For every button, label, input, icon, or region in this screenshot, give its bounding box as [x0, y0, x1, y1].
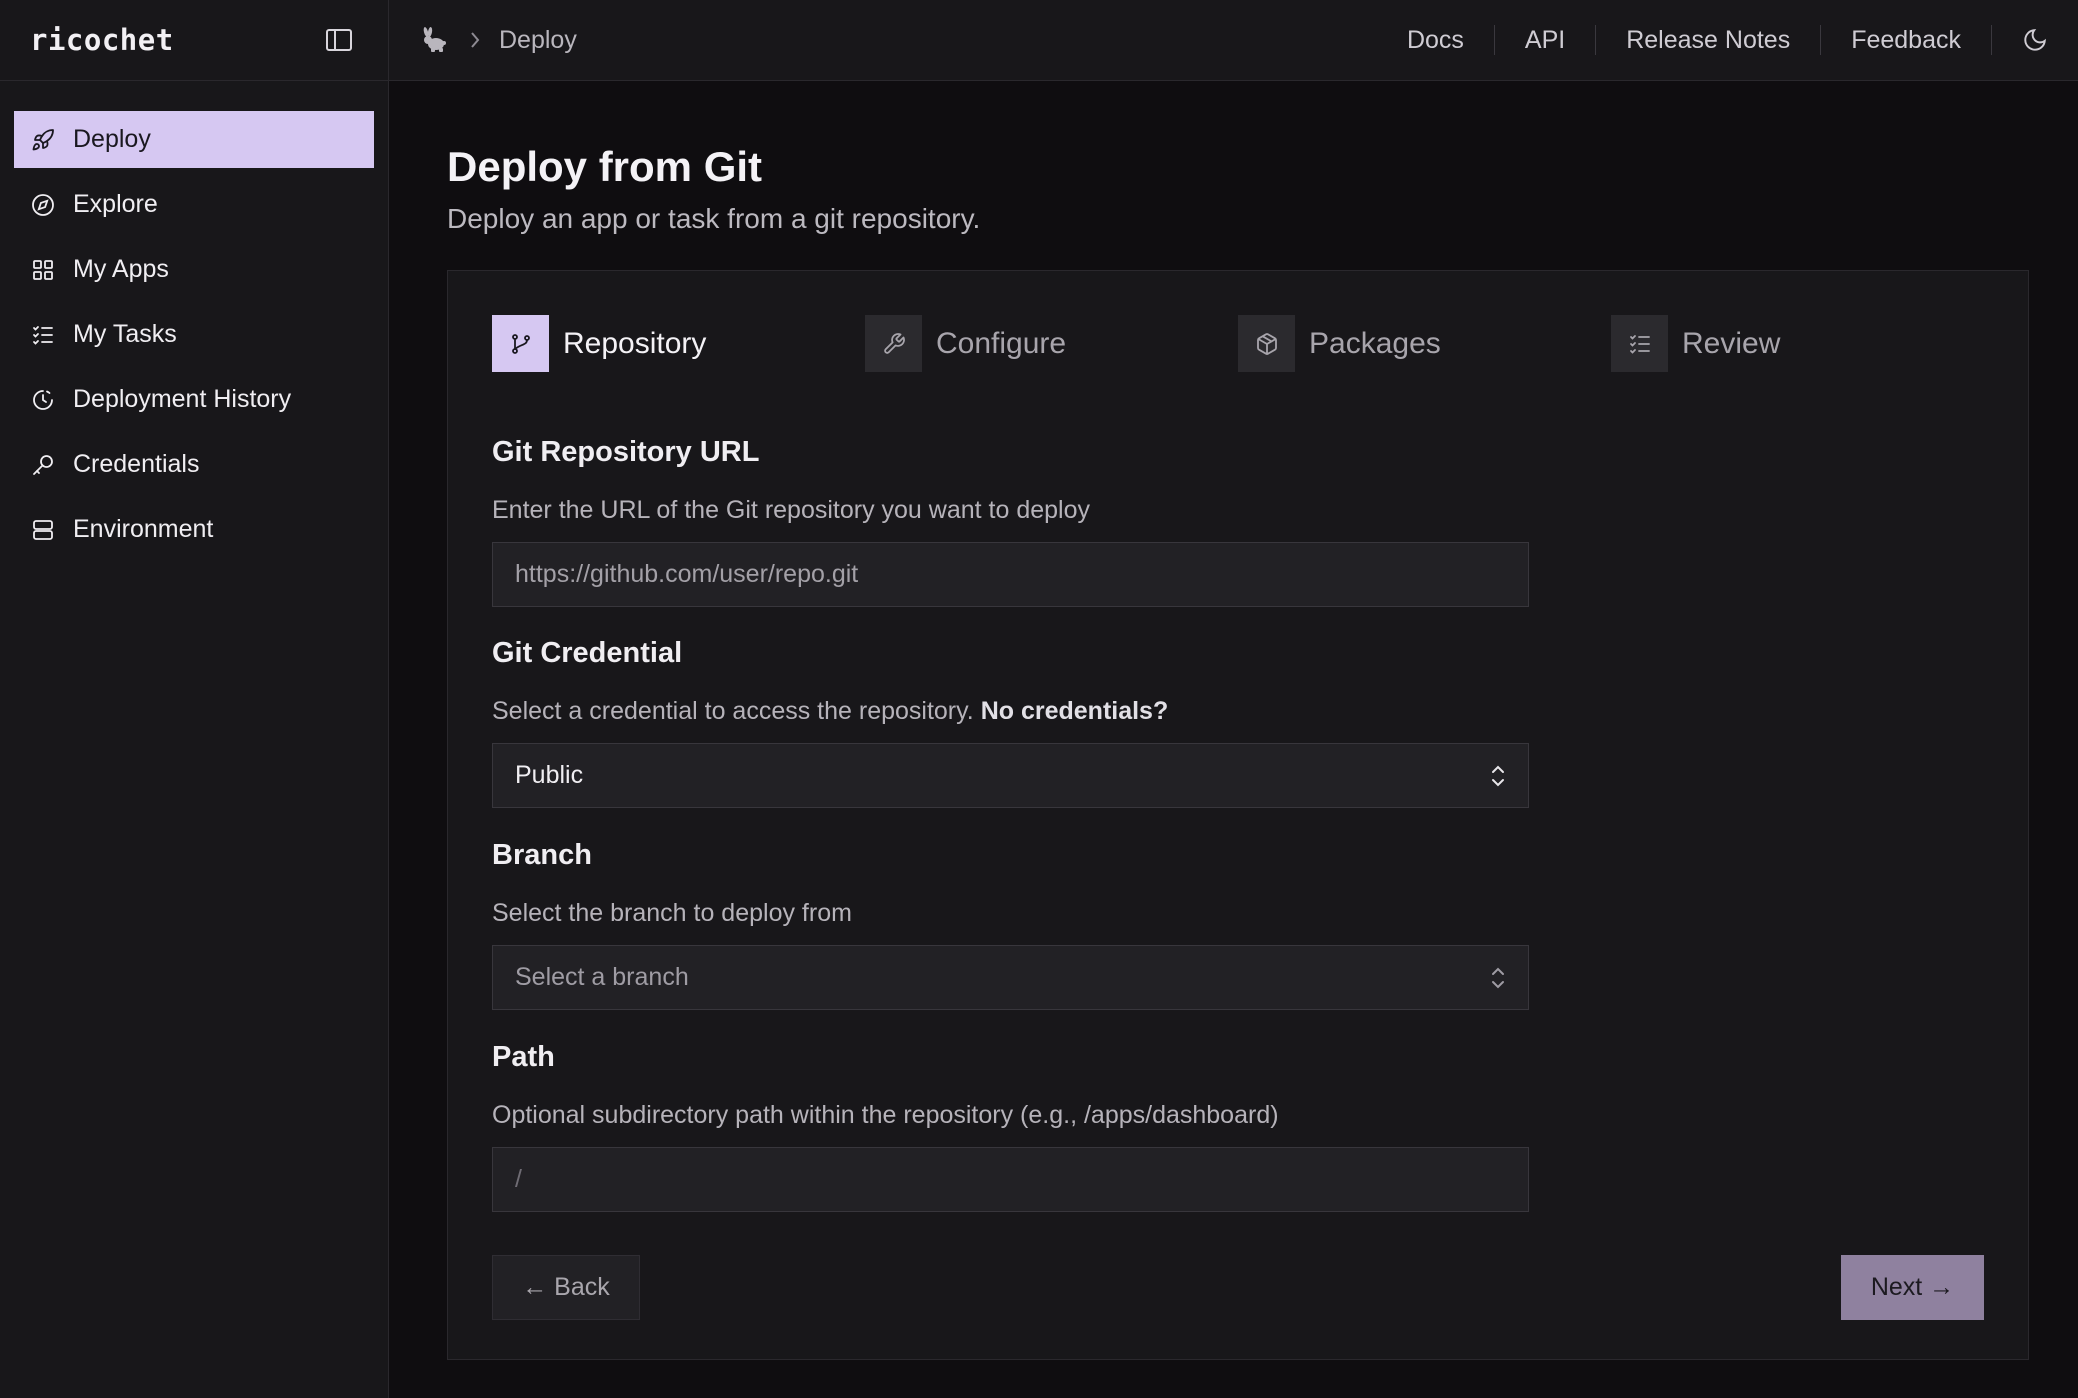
branch-select[interactable]: Select a branch [492, 945, 1529, 1010]
sidebar-item-environment[interactable]: Environment [14, 501, 374, 558]
field-label: Git Repository URL [492, 436, 760, 468]
sidebar-item-label: Explore [73, 190, 158, 218]
sidebar-item-label: My Apps [73, 255, 169, 283]
field-help: Optional subdirectory path within the re… [492, 1101, 1279, 1129]
credential-selected-value: Public [515, 761, 584, 789]
sidebar-nav: Deploy Explore My Apps My Tasks Deployme… [0, 81, 388, 596]
back-button[interactable]: ← Back [492, 1255, 640, 1320]
step-label: Packages [1309, 326, 1441, 360]
docs-link[interactable]: Docs [1377, 26, 1494, 55]
git-branch-icon [492, 315, 549, 372]
list-check-icon [1611, 315, 1668, 372]
sidebar-item-explore[interactable]: Explore [14, 176, 374, 233]
step-review[interactable]: Review [1611, 315, 1984, 372]
theme-toggle-button[interactable] [2022, 27, 2048, 53]
page-subtitle: Deploy an app or task from a git reposit… [447, 203, 981, 234]
no-credentials-link[interactable]: No credentials? [981, 697, 1169, 725]
package-icon [1238, 315, 1295, 372]
list-check-icon [31, 323, 55, 347]
topbar: Deploy Docs API Release Notes Feedback [389, 0, 2078, 81]
credential-help-text: Select a credential to access the reposi… [492, 697, 974, 725]
sidebar: ricochet Deploy Explore My Apps My Tasks… [0, 0, 389, 1398]
step-label: Configure [936, 326, 1067, 360]
app-logo: ricochet [30, 23, 174, 57]
sidebar-item-label: Deploy [73, 125, 151, 153]
sidebar-item-label: Environment [73, 515, 214, 543]
path-field-group: Path Optional subdirectory path within t… [492, 1041, 1529, 1212]
sidebar-item-label: My Tasks [73, 320, 177, 348]
breadcrumb-current: Deploy [499, 25, 577, 54]
sidebar-item-credentials[interactable]: Credentials [14, 436, 374, 493]
sidebar-item-deployment-history[interactable]: Deployment History [14, 371, 374, 428]
app-root: ricochet Deploy Explore My Apps My Tasks… [0, 0, 2078, 1398]
field-help: Enter the URL of the Git repository you … [492, 496, 1090, 524]
sidebar-item-my-tasks[interactable]: My Tasks [14, 306, 374, 363]
feedback-link[interactable]: Feedback [1821, 26, 1991, 55]
repo-url-field-group: Git Repository URL Enter the URL of the … [492, 436, 1529, 607]
path-input[interactable]: / [492, 1147, 1529, 1212]
main-content: Deploy from Git Deploy an app or task fr… [389, 81, 2078, 1398]
compass-icon [31, 193, 55, 217]
key-icon [31, 453, 55, 477]
server-icon [31, 518, 55, 542]
step-repository[interactable]: Repository [492, 315, 865, 372]
wizard-steps: Repository Configure Packages Review [492, 315, 1984, 372]
sidebar-toggle-button[interactable] [326, 29, 352, 51]
field-label: Path [492, 1041, 555, 1073]
chevron-right-icon [469, 30, 481, 50]
sidebar-panel-icon [326, 29, 352, 51]
sidebar-item-label: Credentials [73, 450, 200, 478]
rabbit-icon [423, 27, 446, 52]
release-notes-link[interactable]: Release Notes [1596, 26, 1820, 55]
branch-field-group: Branch Select the branch to deploy from … [492, 839, 1529, 1010]
sidebar-item-my-apps[interactable]: My Apps [14, 241, 374, 298]
field-label: Git Credential [492, 637, 683, 669]
deploy-wizard-card: Repository Configure Packages Review Git… [447, 270, 2029, 1360]
branch-placeholder: Select a branch [515, 963, 689, 991]
sidebar-item-label: Deployment History [73, 385, 292, 413]
field-help: Select a credential to access the reposi… [492, 697, 1529, 731]
next-button[interactable]: Next → [1841, 1255, 1984, 1320]
breadcrumb: Deploy [419, 25, 577, 55]
page-title: Deploy from Git [447, 143, 763, 190]
rocket-icon [31, 128, 55, 152]
step-configure[interactable]: Configure [865, 315, 1238, 372]
chevron-up-down-icon [1492, 967, 1504, 988]
field-label: Branch [492, 839, 592, 871]
sidebar-item-deploy[interactable]: Deploy [14, 111, 374, 168]
repo-url-input[interactable]: https://github.com/user/repo.git [492, 542, 1529, 607]
grid-icon [31, 258, 55, 282]
step-packages[interactable]: Packages [1238, 315, 1611, 372]
history-icon [31, 388, 55, 412]
divider [1991, 25, 1992, 55]
home-breadcrumb-link[interactable] [419, 25, 449, 55]
step-label: Repository [563, 326, 707, 360]
credential-select[interactable]: Public [492, 743, 1529, 808]
field-help: Select the branch to deploy from [492, 899, 852, 927]
brand-header: ricochet [0, 0, 388, 81]
top-links: Docs API Release Notes Feedback [1377, 25, 2048, 55]
step-label: Review [1682, 326, 1781, 360]
moon-icon [2024, 29, 2046, 51]
wrench-icon [865, 315, 922, 372]
credential-field-group: Git Credential Select a credential to ac… [492, 637, 1529, 808]
chevron-up-down-icon [1492, 765, 1504, 786]
api-link[interactable]: API [1495, 26, 1595, 55]
